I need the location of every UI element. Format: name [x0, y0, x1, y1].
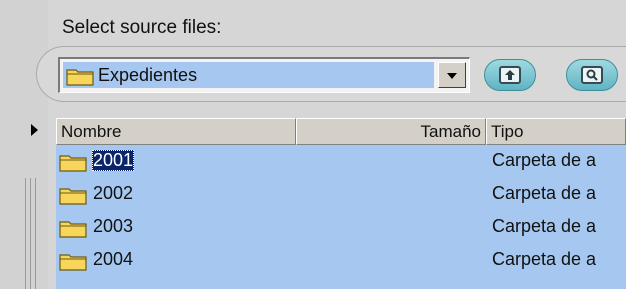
list-header: Nombre Tamaño Tipo — [56, 118, 626, 145]
column-header-name[interactable]: Nombre — [56, 118, 296, 145]
file-name: 2002 — [93, 183, 134, 203]
location-value: Expedientes — [98, 65, 198, 85]
file-name: 2003 — [93, 216, 134, 236]
location-field[interactable]: Expedientes — [63, 62, 434, 88]
file-list[interactable]: 2001 Carpeta de a 2002 Carpeta de a 2003… — [56, 145, 626, 289]
divider — [30, 178, 31, 289]
file-type: Carpeta de a — [492, 249, 597, 269]
list-item[interactable]: 2004 Carpeta de a — [56, 244, 626, 277]
column-header-size[interactable]: Tamaño — [296, 118, 486, 145]
file-type: Carpeta de a — [492, 183, 597, 203]
list-item[interactable]: 2003 Carpeta de a — [56, 211, 626, 244]
list-item[interactable]: 2002 Carpeta de a — [56, 178, 626, 211]
location-dropdown-button[interactable] — [438, 62, 466, 88]
list-item[interactable]: 2001 Carpeta de a — [56, 145, 626, 178]
file-browser-panel: Select source files: Expedientes Nombre … — [0, 0, 626, 289]
divider — [35, 178, 36, 289]
file-name: 2001 — [92, 150, 135, 171]
file-type: Carpeta de a — [492, 150, 597, 170]
up-one-level-button[interactable] — [484, 59, 536, 91]
folder-icon — [59, 218, 89, 243]
current-row-indicator — [31, 124, 38, 136]
folder-icon — [59, 251, 89, 276]
panel-title: Select source files: — [62, 17, 222, 38]
view-icon — [581, 66, 603, 84]
column-header-type[interactable]: Tipo — [486, 118, 626, 145]
folder-icon — [59, 185, 89, 210]
left-gutter — [0, 0, 48, 289]
folder-icon — [59, 152, 89, 177]
up-folder-icon — [499, 66, 521, 84]
file-type: Carpeta de a — [492, 216, 597, 236]
location-combobox[interactable]: Expedientes — [58, 57, 470, 93]
view-button[interactable] — [566, 59, 618, 91]
folder-icon — [66, 66, 96, 91]
file-name: 2004 — [93, 249, 134, 269]
chevron-down-icon — [447, 73, 457, 79]
divider — [25, 178, 26, 289]
